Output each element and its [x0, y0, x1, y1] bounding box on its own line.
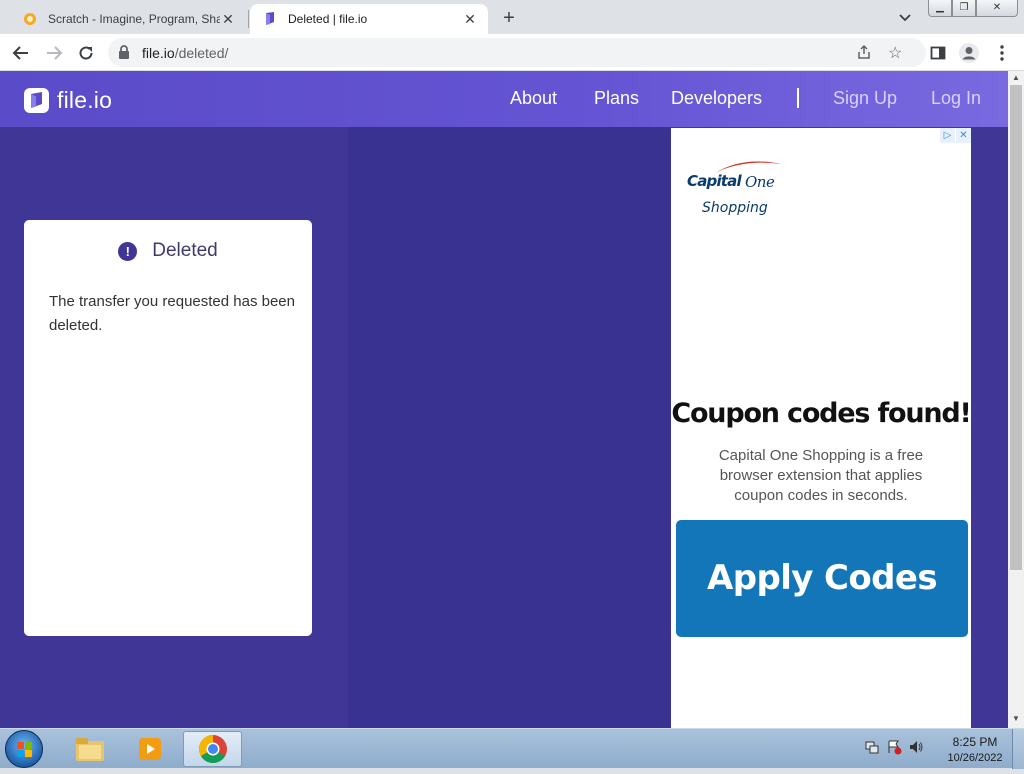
- nav-divider: [797, 88, 799, 108]
- ad-choices: ▷ ✕: [939, 128, 971, 143]
- media-player-icon: [139, 738, 161, 760]
- reload-icon[interactable]: [75, 42, 97, 64]
- forward-icon[interactable]: [43, 42, 65, 64]
- tab-search-chevron-icon[interactable]: [896, 8, 914, 26]
- volume-icon[interactable]: [908, 739, 924, 755]
- minimize-icon[interactable]: ▁: [928, 0, 952, 17]
- scrollbar-thumb[interactable]: [1010, 85, 1022, 570]
- logo-text: file.io: [57, 87, 113, 113]
- clock-date: 10/26/2022: [947, 752, 1003, 764]
- fileio-logo-icon: [24, 88, 49, 113]
- share-icon[interactable]: [856, 44, 872, 65]
- show-desktop-button[interactable]: [1012, 729, 1024, 769]
- taskbar-clock[interactable]: 8:25 PM 10/26/2022: [940, 734, 1010, 766]
- nav-sign-up[interactable]: Sign Up: [833, 88, 897, 109]
- fileio-favicon-icon: [262, 11, 278, 27]
- apply-codes-button[interactable]: Apply Codes: [676, 520, 968, 637]
- taskbar-explorer[interactable]: [62, 731, 118, 767]
- exclamation-icon: !: [118, 241, 138, 261]
- logo-shopping-text: Shopping: [702, 200, 768, 216]
- folder-icon: [76, 738, 104, 761]
- restore-icon[interactable]: ❐: [952, 0, 976, 17]
- side-panel-icon[interactable]: [927, 42, 949, 64]
- site-logo[interactable]: file.io: [24, 87, 112, 114]
- lock-icon[interactable]: [118, 45, 130, 64]
- nav-developers[interactable]: Developers: [671, 88, 762, 109]
- action-center-icon[interactable]: [886, 739, 902, 755]
- nav-plans[interactable]: Plans: [594, 88, 639, 109]
- back-icon[interactable]: [10, 42, 32, 64]
- url-text: file.io/deleted/: [142, 45, 229, 61]
- tab-divider: [248, 10, 249, 28]
- tab-fileio[interactable]: Deleted | file.io ✕: [250, 4, 488, 34]
- tab-close-icon[interactable]: ✕: [220, 11, 236, 27]
- windows-logo-icon: [17, 742, 32, 757]
- card-message: The transfer you requested has been dele…: [49, 293, 295, 334]
- card-header: ! Deleted: [24, 240, 312, 262]
- page-viewport: file.io About Plans Developers Sign Up L…: [0, 71, 1008, 728]
- advertisement[interactable]: ▷ ✕ Capital One Shopping Coupon codes fo…: [671, 128, 972, 728]
- scroll-down-icon[interactable]: ▼: [1012, 714, 1020, 723]
- system-tray: [864, 739, 924, 755]
- tab-strip: Scratch - Imagine, Program, Shar ✕ Delet…: [0, 0, 1024, 34]
- tab-title: Deleted | file.io: [288, 12, 368, 26]
- nav-log-in[interactable]: Log In: [931, 88, 981, 109]
- scratch-favicon-icon: [22, 11, 38, 27]
- chrome-icon: [198, 735, 227, 763]
- deleted-card: ! Deleted The transfer you requested has…: [24, 220, 312, 636]
- network-icon[interactable]: [864, 739, 880, 755]
- ad-close-icon[interactable]: ✕: [956, 128, 971, 143]
- close-window-icon[interactable]: ✕: [976, 0, 1018, 17]
- start-button[interactable]: [5, 730, 43, 768]
- card-title: Deleted: [152, 240, 218, 261]
- browser-toolbar: file.io/deleted/ ☆: [0, 34, 1024, 71]
- content-column: [348, 127, 670, 728]
- tab-close-icon[interactable]: ✕: [462, 11, 478, 27]
- logo-capital-text: Capital: [687, 172, 742, 190]
- address-bar[interactable]: file.io/deleted/ ☆: [108, 38, 926, 67]
- window-controls: ▁ ❐ ✕: [928, 0, 1018, 17]
- taskbar-chrome[interactable]: [183, 731, 242, 767]
- taskbar-media-player[interactable]: [122, 731, 178, 767]
- nav-about[interactable]: About: [510, 88, 557, 109]
- browser-menu-icon[interactable]: [991, 42, 1013, 64]
- taskbar: 8:25 PM 10/26/2022: [0, 728, 1024, 769]
- profile-avatar-icon[interactable]: [958, 42, 980, 64]
- logo-one-text: One: [745, 173, 775, 191]
- bookmark-star-icon[interactable]: ☆: [888, 43, 902, 63]
- ad-body: Capital One Shopping is a free browser e…: [718, 447, 924, 504]
- clock-time: 8:25 PM: [952, 735, 998, 749]
- scroll-up-icon[interactable]: ▲: [1012, 73, 1020, 82]
- tab-scratch[interactable]: Scratch - Imagine, Program, Shar ✕: [10, 4, 246, 34]
- site-header: file.io About Plans Developers Sign Up L…: [0, 71, 1008, 127]
- adchoices-icon[interactable]: ▷: [940, 128, 955, 143]
- capital-one-shopping-logo[interactable]: Capital One Shopping: [687, 160, 807, 230]
- tab-title: Scratch - Imagine, Program, Shar: [48, 12, 220, 26]
- page-scrollbar[interactable]: ▲ ▼: [1008, 71, 1024, 728]
- new-tab-icon[interactable]: +: [498, 7, 520, 29]
- ad-headline: Coupon codes found!: [671, 398, 972, 429]
